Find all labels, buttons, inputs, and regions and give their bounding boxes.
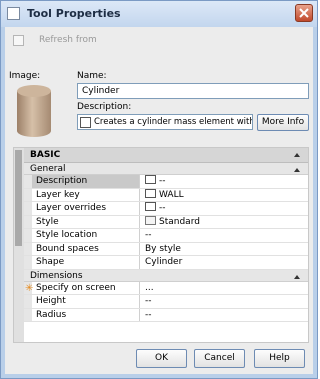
description-label: Description: — [77, 102, 132, 112]
image-label: Image: — [9, 71, 41, 81]
close-icon — [299, 8, 309, 18]
property-value[interactable]: Standard — [141, 215, 308, 229]
help-button[interactable]: Help — [254, 349, 305, 368]
property-value[interactable]: -- — [141, 202, 308, 215]
row-gutter: ✳ — [24, 281, 33, 294]
text-editor-icon[interactable] — [80, 117, 91, 128]
row-gutter — [24, 175, 32, 188]
collapse-caret-icon[interactable] — [294, 274, 300, 279]
layer-key-icon[interactable] — [145, 188, 156, 198]
property-row-style[interactable]: Style Standard — [24, 215, 308, 229]
layer-overrides-icon[interactable] — [145, 202, 156, 211]
property-row-layer-key[interactable]: Layer key WALL — [24, 188, 308, 202]
tool-properties-window: Tool Properties Refresh from Image: Name… — [0, 0, 318, 379]
property-name: Description — [32, 175, 140, 188]
property-value-text: Standard — [159, 216, 200, 227]
grid-scroll-thumb[interactable] — [15, 150, 22, 246]
property-row-specify-on-screen[interactable]: ✳ Specify on screen ... — [24, 281, 308, 295]
dialog-body: Refresh from Image: Name: Description: C… — [5, 27, 313, 374]
property-value[interactable]: -- — [141, 309, 308, 322]
category-dimensions[interactable]: Dimensions — [24, 269, 308, 282]
style-icon[interactable] — [145, 215, 156, 225]
row-gutter — [24, 308, 32, 321]
row-gutter — [24, 188, 32, 201]
collapse-caret-icon[interactable] — [294, 168, 300, 172]
row-gutter — [24, 215, 32, 228]
property-value-text: -- — [159, 176, 166, 186]
refresh-from-checkbox[interactable] — [13, 35, 24, 46]
property-name: Shape — [32, 256, 140, 269]
tool-palette-icon — [7, 7, 20, 20]
row-gutter — [24, 229, 32, 242]
category-title: General — [30, 164, 66, 174]
property-name: Bound spaces — [32, 242, 140, 255]
property-name: Style location — [32, 229, 140, 242]
row-gutter — [24, 202, 32, 215]
window-title: Tool Properties — [27, 7, 121, 20]
property-row-shape[interactable]: Shape Cylinder — [24, 256, 308, 270]
grid-scrollbar[interactable] — [14, 148, 24, 342]
property-value[interactable]: Cylinder — [141, 256, 308, 269]
title-bar[interactable]: Tool Properties — [1, 1, 317, 27]
category-general[interactable]: General — [24, 163, 308, 175]
name-input[interactable] — [77, 83, 309, 99]
property-row-radius[interactable]: Radius -- — [24, 308, 308, 322]
property-row-bound-spaces[interactable]: Bound spaces By style — [24, 242, 308, 256]
collapse-caret-icon[interactable] — [294, 153, 300, 157]
property-value-text: -- — [159, 203, 166, 213]
property-row-height[interactable]: Height -- — [24, 295, 308, 309]
description-value: Creates a cylinder mass element with — [94, 117, 253, 127]
property-name: Specify on screen — [32, 281, 140, 294]
property-name: Radius — [32, 308, 140, 321]
properties-grid: BASIC General Description -- Layer key W… — [13, 147, 309, 343]
property-name: Height — [32, 295, 140, 308]
close-button[interactable] — [295, 4, 313, 22]
section-header-basic[interactable]: BASIC — [24, 148, 308, 163]
property-value[interactable]: ... — [141, 282, 308, 295]
name-label: Name: — [77, 71, 107, 81]
property-value[interactable]: WALL — [141, 188, 308, 202]
property-row-style-location[interactable]: Style location -- — [24, 229, 308, 243]
cancel-button[interactable]: Cancel — [194, 349, 245, 368]
property-value-text: WALL — [159, 189, 184, 200]
refresh-from-label: Refresh from — [39, 35, 97, 45]
row-gutter — [24, 256, 32, 269]
property-name: Layer key — [32, 188, 140, 201]
category-title: Dimensions — [30, 270, 83, 281]
property-value[interactable]: By style — [141, 243, 308, 256]
description-field[interactable]: Creates a cylinder mass element with — [77, 114, 253, 130]
property-row-description[interactable]: Description -- — [24, 175, 308, 189]
property-name: Style — [32, 215, 140, 228]
text-editor-icon[interactable] — [145, 175, 156, 184]
ok-button[interactable]: OK — [136, 349, 187, 368]
property-row-layer-overrides[interactable]: Layer overrides -- — [24, 202, 308, 216]
property-value[interactable]: -- — [141, 229, 308, 242]
property-value[interactable]: -- — [141, 175, 308, 188]
property-name: Layer overrides — [32, 202, 140, 215]
property-value[interactable]: -- — [141, 295, 308, 308]
row-gutter — [24, 242, 32, 255]
row-gutter — [24, 295, 32, 308]
section-title: BASIC — [30, 150, 61, 160]
cylinder-icon — [17, 85, 51, 137]
more-info-button[interactable]: More Info — [257, 114, 309, 131]
